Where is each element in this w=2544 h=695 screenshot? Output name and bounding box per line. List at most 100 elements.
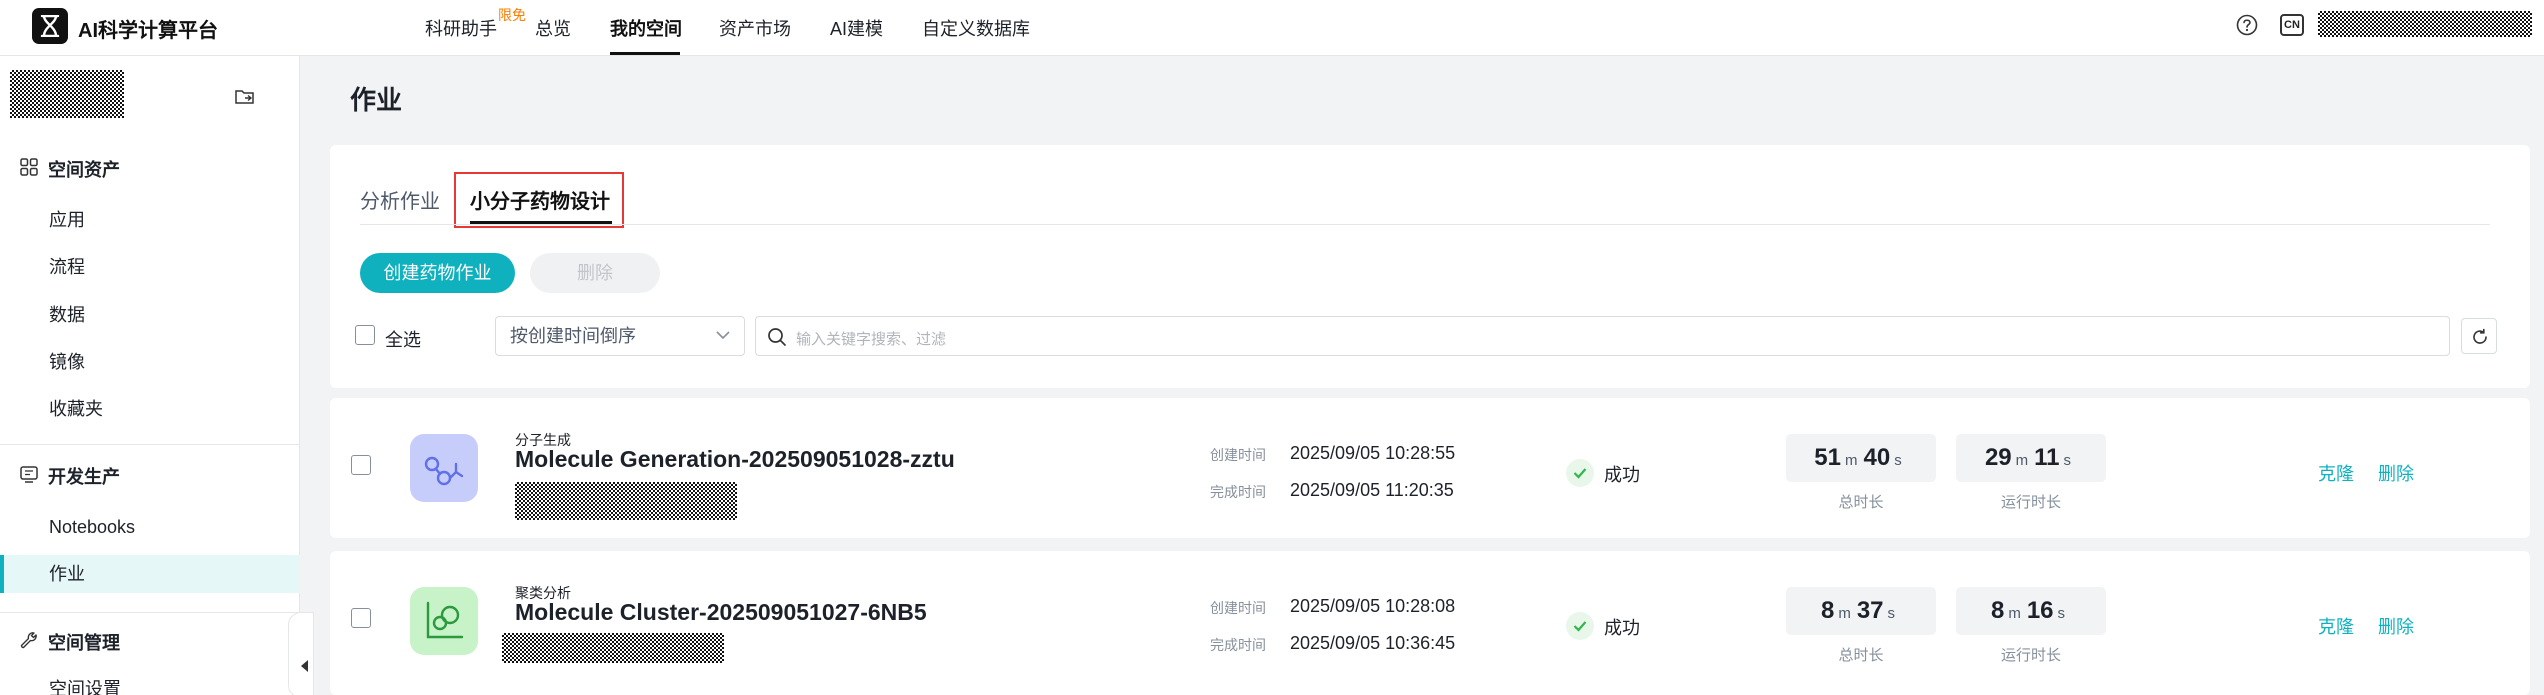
nav-research-assistant[interactable]: 科研助手 — [425, 15, 497, 41]
space-name-redacted[interactable] — [10, 70, 124, 118]
unit-minutes: m — [1838, 605, 1851, 622]
monitor-icon — [20, 466, 38, 483]
nav-active-indicator — [610, 52, 680, 55]
top-bar: AI科学计算平台 科研助手 限免 总览 我的空间 资产市场 AI建模 自定义数据… — [0, 0, 2544, 56]
run-seconds: 16 — [2026, 597, 2054, 624]
job-toolbar-panel: 分析作业 小分子药物设计 创建药物作业 删除 全选 按创建时间倒序 输入关键字搜… — [330, 145, 2530, 388]
unit-seconds: s — [1887, 605, 1896, 622]
wrench-icon — [20, 632, 37, 649]
tab-analysis-jobs[interactable]: 分析作业 — [360, 185, 440, 214]
sidebar-divider — [0, 444, 300, 445]
tab-highlight-box — [454, 172, 624, 228]
sidebar-item-jobs[interactable]: 作业 — [0, 555, 300, 593]
finished-time-label: 完成时间 — [1210, 484, 1266, 500]
finished-time: 2025/09/05 11:20:35 — [1290, 480, 1454, 500]
search-input[interactable]: 输入关键字搜索、过滤 — [755, 316, 2450, 356]
chevron-down-icon — [716, 331, 730, 340]
nav-asset-market[interactable]: 资产市场 — [719, 15, 791, 41]
total-minutes: 8 — [1820, 597, 1835, 624]
sidebar-item-notebooks[interactable]: Notebooks — [0, 508, 300, 546]
select-all-label[interactable]: 全选 — [385, 326, 421, 352]
search-icon — [768, 328, 786, 346]
app-logo-icon[interactable] — [32, 8, 68, 44]
clone-link[interactable]: 克隆 — [2318, 613, 2354, 639]
job-description-redacted — [502, 633, 724, 663]
total-minutes: 51 — [1814, 444, 1841, 471]
job-description-redacted — [515, 482, 737, 520]
sidebar-group-label: 空间资产 — [48, 160, 120, 180]
status-badge: 成功 — [1604, 465, 1640, 485]
unit-minutes: m — [1845, 452, 1858, 469]
sidebar-item-apps[interactable]: 应用 — [0, 201, 300, 239]
run-duration-label: 运行时长 — [2000, 494, 2061, 511]
job-card[interactable]: 分子生成 Molecule Generation-202509051028-zz… — [330, 398, 2530, 538]
unit-seconds: s — [1894, 452, 1902, 469]
sidebar-item-flows[interactable]: 流程 — [0, 248, 300, 286]
grid-icon — [20, 158, 38, 176]
sidebar: 空间资产 应用 流程 数据 镜像 收藏夹 开发生产 Notebooks 作业 空… — [0, 56, 300, 695]
caret-left-icon — [301, 660, 308, 672]
sidebar-item-space-settings[interactable]: 空间设置 — [0, 670, 300, 695]
molecule-generation-icon — [410, 434, 478, 502]
delete-link[interactable]: 删除 — [2378, 460, 2414, 486]
free-badge: 限免 — [498, 7, 526, 23]
sidebar-item-favorites[interactable]: 收藏夹 — [0, 390, 300, 428]
total-duration: 51 m 40 s — [1786, 434, 1936, 482]
success-check-icon — [1566, 459, 1594, 487]
page-title: 作业 — [350, 85, 403, 115]
total-duration-label: 总时长 — [1838, 647, 1884, 664]
refresh-icon — [2473, 328, 2487, 344]
sort-select[interactable]: 按创建时间倒序 — [495, 316, 745, 356]
sidebar-item-images[interactable]: 镜像 — [0, 343, 300, 381]
unit-minutes: m — [2015, 452, 2029, 469]
nav-my-space[interactable]: 我的空间 — [610, 15, 682, 41]
job-name[interactable]: Molecule Generation-202509051028-zztu — [515, 446, 955, 473]
unit-minutes: m — [2008, 605, 2021, 622]
sidebar-group-label: 空间管理 — [48, 633, 120, 653]
check-graphic — [1573, 468, 1587, 479]
job-name[interactable]: Molecule Cluster-202509051027-6NB5 — [515, 599, 927, 626]
user-info-redacted[interactable] — [2318, 11, 2532, 37]
unit-seconds: s — [2057, 605, 2066, 622]
cluster-analysis-icon — [410, 587, 478, 655]
run-seconds: 11 — [2034, 444, 2060, 471]
sidebar-divider — [0, 612, 300, 613]
hourglass-icon — [40, 15, 60, 37]
unit-seconds: s — [2063, 452, 2072, 469]
search-placeholder: 输入关键字搜索、过滤 — [796, 331, 947, 348]
help-icon[interactable] — [2236, 14, 2258, 36]
clone-link[interactable]: 克隆 — [2318, 460, 2354, 486]
cluster-icon-graphic — [426, 601, 464, 639]
status-badge: 成功 — [1604, 618, 1640, 638]
run-duration: 29 m 11 s — [1956, 434, 2106, 482]
total-duration: 8 m 37 s — [1786, 587, 1936, 635]
delete-link[interactable]: 删除 — [2378, 613, 2414, 639]
run-minutes: 29 — [1984, 444, 2012, 471]
job-select-checkbox[interactable] — [351, 455, 371, 475]
finished-time: 2025/09/05 10:36:45 — [1290, 633, 1456, 653]
finished-time-label: 完成时间 — [1210, 637, 1266, 653]
nav-overview[interactable]: 总览 — [535, 15, 571, 41]
folder-switch-icon[interactable] — [235, 88, 255, 106]
total-seconds: 40 — [1863, 444, 1891, 471]
run-duration: 8 m 16 s — [1956, 587, 2106, 635]
molecule-icon-graphic — [424, 456, 464, 486]
created-time-label: 创建时间 — [1210, 447, 1266, 463]
select-all-checkbox[interactable] — [355, 325, 375, 345]
brand-title: AI科学计算平台 — [78, 20, 218, 42]
sort-select-value: 按创建时间倒序 — [510, 326, 636, 346]
tabs-divider — [360, 224, 2490, 225]
created-time: 2025/09/05 10:28:55 — [1290, 443, 1456, 463]
delete-button[interactable]: 删除 — [530, 253, 660, 293]
sidebar-collapse-toggle[interactable] — [288, 612, 314, 695]
nav-custom-database[interactable]: 自定义数据库 — [922, 15, 1030, 41]
language-switch[interactable]: CN — [2280, 14, 2304, 36]
create-drug-job-button[interactable]: 创建药物作业 — [360, 253, 515, 293]
sidebar-item-data[interactable]: 数据 — [0, 296, 300, 334]
sidebar-group-label: 开发生产 — [48, 467, 120, 487]
refresh-button[interactable] — [2461, 318, 2497, 354]
job-select-checkbox[interactable] — [351, 608, 371, 628]
job-card[interactable]: 聚类分析 Molecule Cluster-202509051027-6NB5 … — [330, 551, 2530, 695]
nav-ai-modeling[interactable]: AI建模 — [830, 15, 883, 41]
success-check-icon — [1566, 612, 1594, 640]
